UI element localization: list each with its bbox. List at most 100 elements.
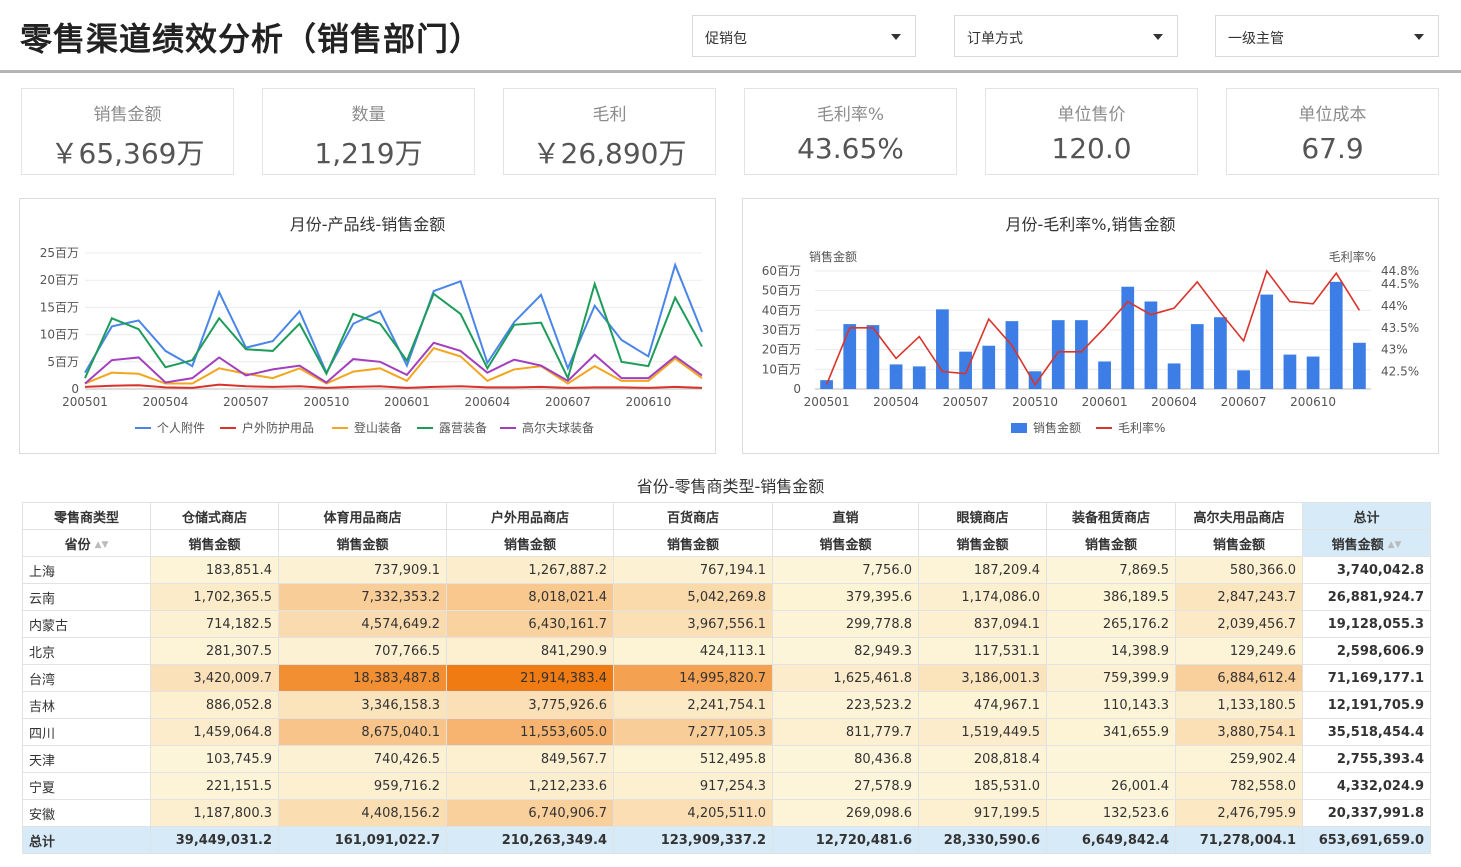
value-cell: 740,426.5 [278, 745, 447, 773]
chevron-down-icon [1153, 34, 1163, 40]
value-cell: 1,519,449.5 [918, 718, 1047, 746]
value-cell: 3,880,754.1 [1175, 718, 1303, 746]
value-cell: 837,094.1 [918, 610, 1047, 638]
value-cell: 1,187,800.3 [150, 799, 279, 827]
value-cell: 782,558.0 [1175, 772, 1303, 800]
column-total-cell: 161,091,022.7 [278, 826, 447, 854]
y2-tick-label: 43.5% [1381, 321, 1419, 335]
value-cell: 1,174,086.0 [918, 583, 1047, 611]
table-row: 吉林 886,052.8 3,346,158.3 3,775,926.6 2,241,7… [22, 691, 1431, 719]
value-cell: 187,209.4 [918, 556, 1047, 584]
combo-chart: 销售金额 毛利率%010百万20百万30百万40百万50百万60百万42.5%43… [762, 249, 1419, 435]
kpi-label: 毛利率% [816, 105, 885, 125]
row-label: 内蒙古 [22, 610, 151, 638]
table-row: 上海 183,851.4 737,909.1 1,267,887.2 767,194.1… [22, 556, 1431, 584]
value-cell: 26,001.4 [1046, 772, 1176, 800]
value-cell: 886,052.8 [150, 691, 279, 719]
value-cell: 2,039,456.7 [1175, 610, 1303, 638]
value-cell: 18,383,487.8 [278, 664, 447, 692]
column-total-cell: 39,449,031.2 [150, 826, 279, 854]
column-total-cell: 28,330,590.6 [918, 826, 1047, 854]
value-cell: 580,366.0 [1175, 556, 1303, 584]
row-total-cell: 35,518,454.4 [1302, 718, 1431, 746]
value-cell: 299,778.8 [772, 610, 919, 638]
value-cell: 259,902.4 [1175, 745, 1303, 773]
value-cell: 132,523.6 [1046, 799, 1176, 827]
row-header-sortable[interactable]: 省份 ▲▼ [22, 529, 151, 557]
table-title: 省份-零售商类型-销售金额 [636, 477, 825, 496]
value-cell: 82,949.3 [772, 637, 919, 665]
page-header: 零售渠道绩效分析（销售部门） 促销包 订单方式 一级主管 [0, 0, 1461, 73]
chart-title: 月份-产品线-销售金额 [289, 215, 446, 234]
bar [959, 351, 972, 389]
measure-header: 销售金额 [1175, 529, 1303, 557]
value-cell: 208,818.4 [918, 745, 1047, 773]
measure-header[interactable]: 销售金额 ▲▼ [1302, 529, 1431, 557]
y-tick-label: 60百万 [762, 264, 801, 278]
value-cell: 185,531.0 [918, 772, 1047, 800]
column-total-cell: 653,691,659.0 [1302, 826, 1431, 854]
filter-order-method-label: 订单方式 [967, 31, 1023, 47]
value-cell: 512,495.8 [613, 745, 773, 773]
y-tick-label: 30百万 [762, 323, 801, 337]
column-header: 体育用品商店 [278, 502, 447, 530]
kpi-label: 毛利 [592, 105, 627, 125]
filter-promotion-select[interactable]: 促销包 [692, 15, 916, 57]
series-line [84, 347, 703, 385]
kpi-card-profit: 毛利 ￥26,890万 [503, 88, 716, 175]
value-cell: 424,113.1 [613, 637, 773, 665]
value-cell: 4,408,156.2 [278, 799, 447, 827]
value-cell: 80,436.8 [772, 745, 919, 773]
x-tick-label: 200507 [223, 395, 269, 409]
kpi-label: 单位售价 [1057, 105, 1126, 125]
kpi-value: 120.0 [1051, 132, 1132, 165]
y2-tick-label: 42.5% [1381, 365, 1419, 379]
value-cell: 1,702,365.5 [150, 583, 279, 611]
sort-icon: ▲▼ [94, 540, 109, 550]
kpi-label: 销售金额 [93, 105, 162, 125]
row-label: 北京 [22, 637, 151, 665]
x-tick-label: 200601 [384, 395, 430, 409]
x-tick-label: 200501 [804, 395, 850, 409]
column-header: 直销 [772, 502, 919, 530]
value-cell: 917,199.5 [918, 799, 1047, 827]
row-total-cell: 2,755,393.4 [1302, 745, 1431, 773]
bar [1260, 294, 1274, 389]
value-cell: 1,267,887.2 [446, 556, 614, 584]
row-label: 安徽 [22, 799, 151, 827]
row-label: 吉林 [22, 691, 151, 719]
row-label: 台湾 [22, 664, 151, 692]
column-header: 装备租赁商店 [1046, 502, 1176, 530]
value-cell: 3,967,556.1 [613, 610, 773, 638]
legend-label: 登山装备 [354, 420, 402, 435]
row-total-cell: 71,169,177.1 [1302, 664, 1431, 692]
row-label: 上海 [22, 556, 151, 584]
y-tick-label: 40百万 [762, 303, 801, 317]
value-cell: 841,290.9 [446, 637, 614, 665]
legend-label: 露营装备 [439, 421, 487, 435]
column-total-cell: 210,263,349.4 [446, 826, 614, 854]
value-cell: 223,523.2 [772, 691, 919, 719]
kpi-value: ￥65,369万 [50, 137, 205, 170]
bar [1214, 317, 1227, 389]
value-cell: 2,241,754.1 [613, 691, 773, 719]
combo-chart-panel: 月份-毛利率%,销售金额 销售金额 毛利率% 0 10百万 20百万 30百万 40百万 50… [742, 198, 1439, 454]
value-cell: 8,018,021.4 [446, 583, 614, 611]
value-cell: 265,176.2 [1046, 610, 1176, 638]
y2-tick-label: 44% [1381, 299, 1408, 313]
table-row: 内蒙古 714,182.5 4,574,649.2 6,430,161.7 3,967,… [22, 610, 1431, 638]
line-chart: 0 5百万 10百万 15百万 20百万 25百万 200501 200504 200507 20… [40, 246, 703, 435]
x-tick-label: 200510 [1012, 395, 1058, 409]
value-cell: 5,042,269.8 [613, 583, 773, 611]
filter-order-method-select[interactable]: 订单方式 [954, 15, 1178, 57]
value-cell: 103,745.9 [150, 745, 279, 773]
y-tick-label: 0 [71, 382, 79, 396]
y-tick-label: 0 [793, 382, 801, 396]
y-tick-label: 50百万 [762, 284, 801, 298]
bar [843, 324, 857, 389]
value-cell: 737,909.1 [278, 556, 447, 584]
value-cell [1046, 745, 1176, 773]
value-cell: 4,574,649.2 [278, 610, 447, 638]
table-row: 北京 281,307.5 707,766.5 841,290.9 424,113.1 82… [22, 637, 1431, 665]
filter-manager-select[interactable]: 一级主管 [1215, 15, 1439, 57]
